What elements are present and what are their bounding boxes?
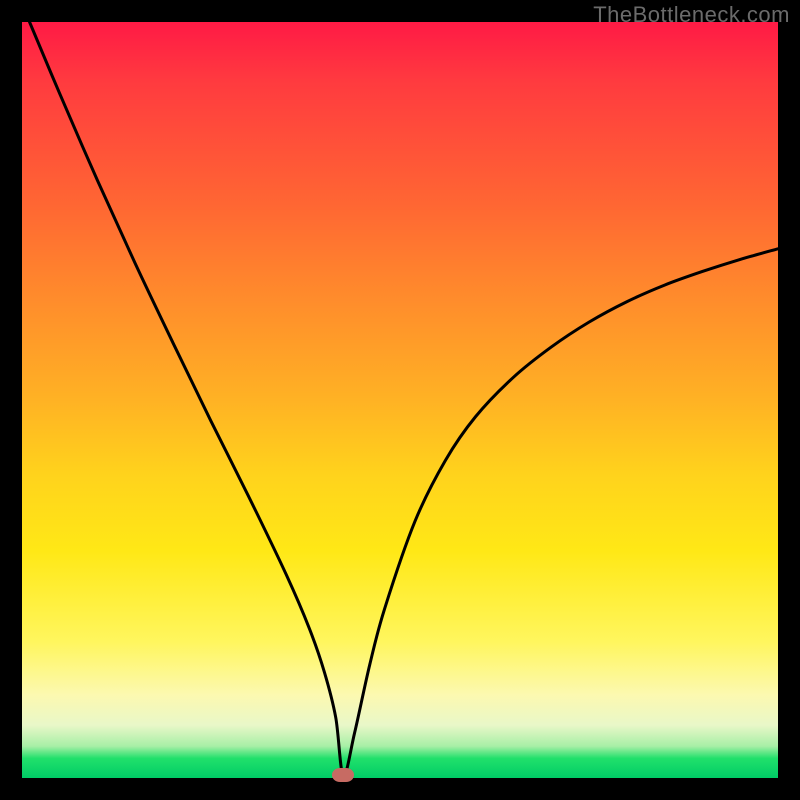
chart-frame: TheBottleneck.com: [0, 0, 800, 800]
watermark-text: TheBottleneck.com: [593, 2, 790, 28]
minimum-marker: [332, 768, 354, 782]
bottleneck-curve: [30, 22, 778, 776]
plot-area: [22, 22, 778, 778]
curve-svg: [22, 22, 778, 778]
